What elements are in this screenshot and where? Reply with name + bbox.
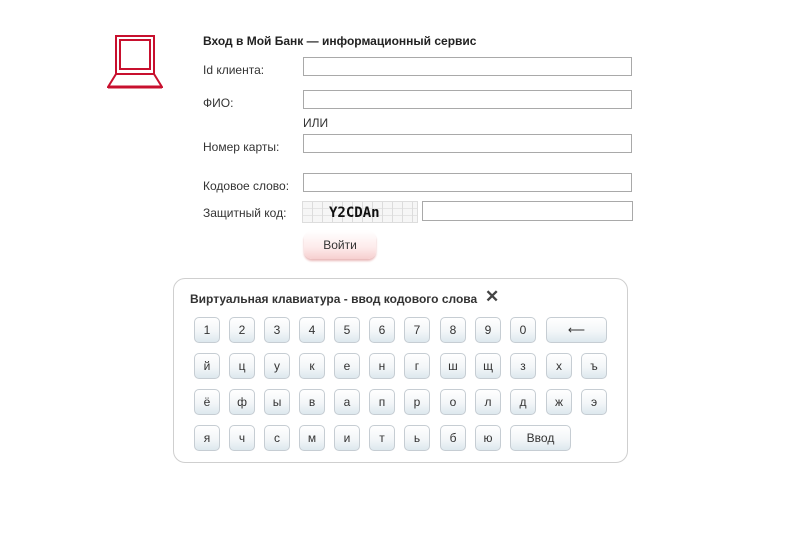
key-4[interactable]: 4 (299, 317, 325, 343)
key-ж[interactable]: ж (546, 389, 572, 415)
key-н[interactable]: н (369, 353, 395, 379)
key-9[interactable]: 9 (475, 317, 501, 343)
key-э[interactable]: э (581, 389, 607, 415)
key-с[interactable]: с (264, 425, 290, 451)
key-ю[interactable]: ю (475, 425, 501, 451)
key-ъ[interactable]: ъ (581, 353, 607, 379)
key-ы[interactable]: ы (264, 389, 290, 415)
key-х[interactable]: х (546, 353, 572, 379)
captcha-image: Y2CDAn (302, 201, 418, 223)
key-а[interactable]: а (334, 389, 360, 415)
virtual-keyboard: Виртуальная клавиатура - ввод кодового с… (173, 278, 628, 463)
security-code-label: Защитный код: (203, 206, 287, 220)
key-8[interactable]: 8 (440, 317, 466, 343)
captcha-text: Y2CDAn (329, 205, 380, 221)
key-е[interactable]: е (334, 353, 360, 379)
key-п[interactable]: п (369, 389, 395, 415)
keyboard-title: Виртуальная клавиатура - ввод кодового с… (190, 292, 478, 306)
key-3[interactable]: 3 (264, 317, 290, 343)
key-к[interactable]: к (299, 353, 325, 379)
key-ш[interactable]: ш (440, 353, 466, 379)
close-icon[interactable]: ✕ (485, 288, 499, 306)
client-id-input[interactable] (303, 57, 632, 76)
key-6[interactable]: 6 (369, 317, 395, 343)
key-д[interactable]: д (510, 389, 536, 415)
key-и[interactable]: и (334, 425, 360, 451)
key-0[interactable]: 0 (510, 317, 536, 343)
key-о[interactable]: о (440, 389, 466, 415)
key-2[interactable]: 2 (229, 317, 255, 343)
login-button[interactable]: Войти (304, 231, 376, 259)
key-ё[interactable]: ё (194, 389, 220, 415)
page-title: Вход в Мой Банк — информационный сервис (203, 34, 477, 48)
security-code-input[interactable] (422, 201, 633, 221)
codeword-input[interactable] (303, 173, 632, 192)
key-ф[interactable]: ф (229, 389, 255, 415)
card-number-input[interactable] (303, 134, 632, 153)
key-ь[interactable]: ь (404, 425, 430, 451)
key-щ[interactable]: щ (475, 353, 501, 379)
key-з[interactable]: з (510, 353, 536, 379)
key-у[interactable]: у (264, 353, 290, 379)
key-р[interactable]: р (404, 389, 430, 415)
client-id-label: Id клиента: (203, 63, 265, 77)
enter-key[interactable]: Ввод (510, 425, 571, 451)
backspace-key[interactable]: ⟵ (546, 317, 607, 343)
fio-label: ФИО: (203, 96, 234, 110)
key-г[interactable]: г (404, 353, 430, 379)
key-ч[interactable]: ч (229, 425, 255, 451)
or-text: ИЛИ (303, 116, 329, 130)
laptop-icon (107, 35, 163, 89)
key-ц[interactable]: ц (229, 353, 255, 379)
key-7[interactable]: 7 (404, 317, 430, 343)
key-в[interactable]: в (299, 389, 325, 415)
key-б[interactable]: б (440, 425, 466, 451)
key-й[interactable]: й (194, 353, 220, 379)
key-5[interactable]: 5 (334, 317, 360, 343)
key-т[interactable]: т (369, 425, 395, 451)
fio-input[interactable] (303, 90, 632, 109)
codeword-label: Кодовое слово: (203, 179, 290, 193)
key-1[interactable]: 1 (194, 317, 220, 343)
key-м[interactable]: м (299, 425, 325, 451)
key-я[interactable]: я (194, 425, 220, 451)
card-number-label: Номер карты: (203, 140, 280, 154)
key-л[interactable]: л (475, 389, 501, 415)
